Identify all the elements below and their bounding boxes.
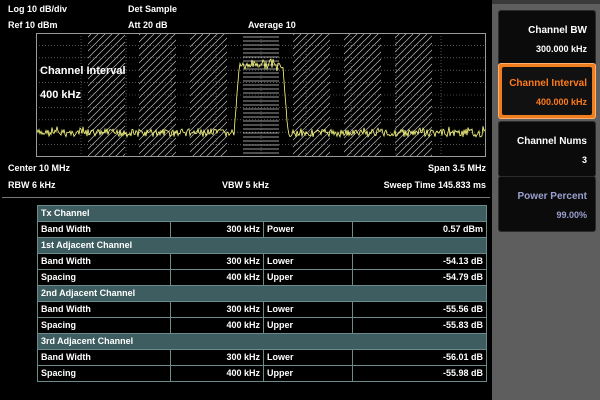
tx-channel-header: Tx Channel bbox=[38, 206, 486, 221]
adjacent-channel-header: 1st Adjacent Channel bbox=[38, 238, 486, 253]
detector-label: Det Sample bbox=[128, 4, 178, 14]
row-value: -55.56 dB bbox=[353, 302, 486, 317]
row-label: Spacing bbox=[38, 366, 170, 381]
row-label: Spacing bbox=[38, 270, 170, 285]
row-value: 400 kHz bbox=[171, 366, 263, 381]
spectrum-plot: Channel Interval 400 kHz bbox=[36, 33, 486, 157]
ref-level-label: Ref 10 dBm bbox=[8, 20, 58, 30]
channel-nums-softkey[interactable]: Channel Nums 3 bbox=[498, 121, 596, 177]
table-row: Band Width 300 kHz Power 0.57 dBm bbox=[38, 222, 486, 237]
row-value: 0.57 dBm bbox=[353, 222, 486, 237]
channel-bw-softkey[interactable]: Channel BW 300.000 kHz bbox=[498, 10, 596, 66]
overlay-interval-title: Channel Interval bbox=[40, 65, 126, 77]
row-label: Power bbox=[264, 222, 352, 237]
row-label: Band Width bbox=[38, 222, 170, 237]
row-value: -55.98 dB bbox=[353, 366, 486, 381]
row-value: -54.13 dB bbox=[353, 254, 486, 269]
attenuation-label: Att 20 dB bbox=[128, 20, 168, 30]
softkey-label: Channel Nums bbox=[516, 136, 587, 147]
softkey-value: 3 bbox=[581, 155, 587, 165]
row-value: -54.79 dB bbox=[353, 270, 486, 285]
softkey-label: Power Percent bbox=[517, 191, 587, 202]
power-percent-softkey[interactable]: Power Percent 99.00% bbox=[498, 176, 596, 232]
table-row: Band Width 300 kHz Lower -56.01 dB bbox=[38, 350, 486, 365]
row-label: Lower bbox=[264, 302, 352, 317]
span-label: Span 3.5 MHz bbox=[427, 163, 486, 173]
spectrum-graph bbox=[36, 33, 486, 157]
row-value: 300 kHz bbox=[171, 302, 263, 317]
row-label: Band Width bbox=[38, 254, 170, 269]
table-row: Band Width 300 kHz Lower -55.56 dB bbox=[38, 302, 486, 317]
row-value: 400 kHz bbox=[171, 270, 263, 285]
row-label: Upper bbox=[264, 270, 352, 285]
row-value: 300 kHz bbox=[171, 350, 263, 365]
row-value: -55.83 dB bbox=[353, 318, 486, 333]
row-label: Lower bbox=[264, 254, 352, 269]
softkey-value: 400.000 kHz bbox=[535, 97, 587, 107]
sweep-time-label: Sweep Time 145.833 ms bbox=[383, 180, 486, 190]
row-label: Band Width bbox=[38, 350, 170, 365]
softkey-label: Channel BW bbox=[528, 25, 587, 36]
row-label: Spacing bbox=[38, 318, 170, 333]
softkey-label: Channel Interval bbox=[509, 78, 587, 89]
row-value: 300 kHz bbox=[171, 222, 263, 237]
rbw-label: RBW 6 kHz bbox=[8, 180, 56, 190]
center-freq-label: Center 10 MHz bbox=[8, 163, 71, 173]
table-row: Band Width 300 kHz Lower -54.13 dB bbox=[38, 254, 486, 269]
table-row: Spacing 400 kHz Upper -55.83 dB bbox=[38, 318, 486, 333]
row-label: Upper bbox=[264, 318, 352, 333]
table-row: Spacing 400 kHz Upper -55.98 dB bbox=[38, 366, 486, 381]
softkey-menu: Channel BW 300.000 kHz Channel Interval … bbox=[492, 0, 600, 400]
row-value: 300 kHz bbox=[171, 254, 263, 269]
channel-bands bbox=[88, 34, 432, 156]
row-label: Upper bbox=[264, 366, 352, 381]
row-value: -56.01 dB bbox=[353, 350, 486, 365]
divider bbox=[2, 197, 490, 198]
overlay-interval-value: 400 kHz bbox=[40, 89, 81, 101]
softkey-value: 99.00% bbox=[556, 210, 587, 220]
softkey-highlight bbox=[502, 67, 592, 115]
menu-top-edge bbox=[492, 0, 600, 4]
table-row: Spacing 400 kHz Upper -54.79 dB bbox=[38, 270, 486, 285]
scale-label: Log 10 dB/div bbox=[8, 4, 68, 14]
row-label: Lower bbox=[264, 350, 352, 365]
adjacent-channel-header: 3rd Adjacent Channel bbox=[38, 334, 486, 349]
acp-results-table: Tx Channel Band Width 300 kHz Power 0.57… bbox=[37, 205, 487, 382]
row-value: 400 kHz bbox=[171, 318, 263, 333]
row-label: Band Width bbox=[38, 302, 170, 317]
analyzer-display: Log 10 dB/div Ref 10 dBm Det Sample Att … bbox=[0, 0, 492, 400]
average-label: Average 10 bbox=[248, 20, 296, 30]
vbw-label: VBW 5 kHz bbox=[222, 180, 270, 190]
softkey-value: 300.000 kHz bbox=[535, 44, 587, 54]
adjacent-channel-header: 2nd Adjacent Channel bbox=[38, 286, 486, 301]
channel-interval-softkey[interactable]: Channel Interval 400.000 kHz bbox=[498, 63, 596, 119]
